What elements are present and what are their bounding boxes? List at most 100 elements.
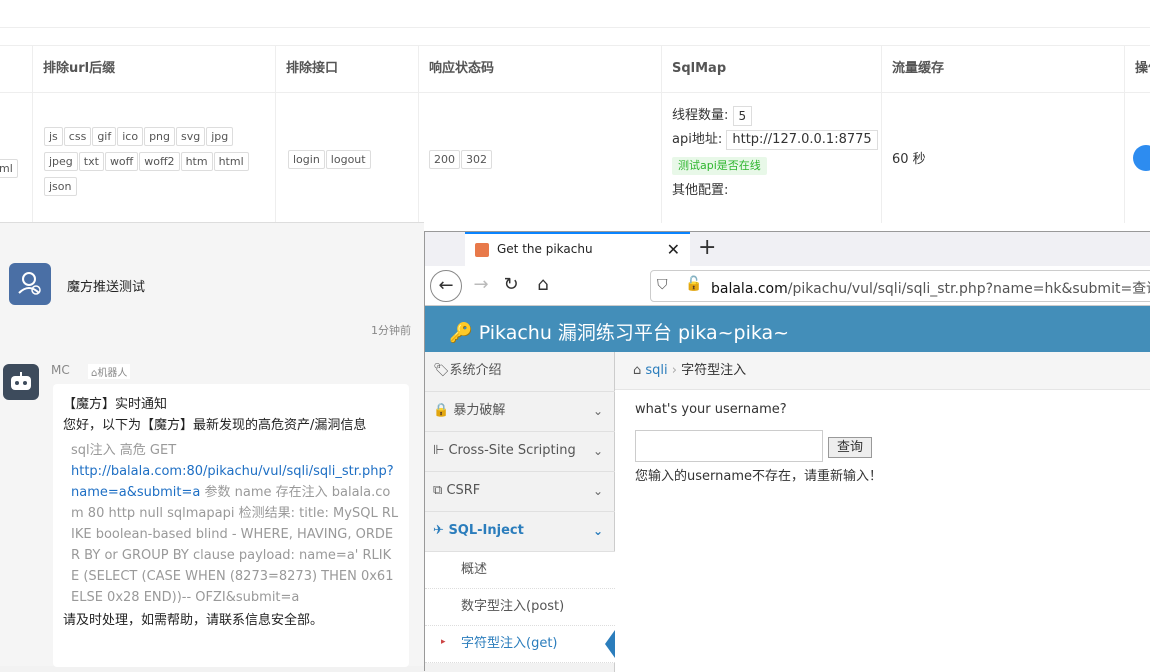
query-button[interactable]: 查询: [828, 437, 872, 458]
chat-panel: 魔方推送测试 1分钟前 MC ⌂机器人 【魔方】实时通知 您好，以下为【魔方】最…: [0, 222, 424, 667]
sidebar-sub-string[interactable]: 字符型注入(get): [425, 626, 615, 663]
sidebar-item-intro[interactable]: 🏷系统介绍: [425, 352, 615, 392]
url-path: /pikachu/vul/sqli/sqli_str.php?name=hk&s…: [787, 281, 1150, 297]
robot-badge: ⌂机器人: [88, 364, 131, 379]
quote-rest: 参数 name 存在注入 balala.com 80 http null sql…: [71, 485, 399, 605]
chevron-down-icon: ⌄: [592, 484, 603, 498]
favicon-icon: [475, 243, 489, 257]
active-marker: [605, 630, 615, 658]
tag: json: [44, 177, 77, 196]
forward-icon[interactable]: →: [465, 270, 497, 302]
tag: 200: [429, 150, 460, 169]
sidebar-sub-numeric[interactable]: 数字型注入(post): [425, 589, 615, 626]
shield-icon[interactable]: ⛉: [657, 277, 668, 293]
chevron-down-icon: ⌄: [592, 404, 603, 418]
robot-label: 机器人: [97, 368, 128, 379]
tab-title: Get the pikachu: [497, 242, 593, 256]
col-sqlmap: SqlMap: [661, 46, 881, 93]
sidebar-label: 系统介绍: [449, 363, 502, 378]
url-host: balala.com: [711, 281, 788, 297]
threads-row: 线程数量: 5: [672, 104, 881, 128]
chat-title[interactable]: 魔方推送测试: [67, 276, 145, 295]
sidebar-item-sqli[interactable]: ✈ SQL-Inject ⌄: [425, 512, 615, 552]
browser-window: Get the pikachu ✕ + ← → ↻ ⌂ ⛉ 🔓 balala.c…: [424, 231, 1150, 672]
url-text: balala.com/pikachu/vul/sqli/sqli_str.php…: [711, 278, 1150, 298]
tag: js: [44, 127, 63, 146]
test-row: 测试api是否在线: [672, 154, 881, 175]
tag: jpg: [206, 127, 234, 146]
sidebar-item-csrf[interactable]: ⧉ CSRF ⌄: [425, 472, 615, 512]
breadcrumb-section[interactable]: sqli: [645, 363, 667, 378]
cell-sqlmap: 线程数量: 5 api地址: http://127.0.0.1:8775 测试a…: [661, 93, 881, 223]
tag: css: [63, 127, 92, 146]
quote-prefix: sql注入 高危 GET: [71, 443, 177, 458]
browser-tab[interactable]: Get the pikachu ✕: [465, 232, 690, 266]
tag: 302: [461, 150, 492, 169]
username-input[interactable]: [635, 430, 823, 462]
sidebar-label: SQL-Inject: [448, 523, 524, 538]
test-api-button[interactable]: 测试api是否在线: [672, 157, 767, 175]
site-title: 🔑 Pikachu 漏洞练习平台 pika~pika~: [449, 318, 789, 345]
home-icon[interactable]: ⌂: [633, 363, 641, 378]
message-footer: 请及时处理，如需帮助，请联系信息安全部。: [63, 613, 324, 628]
api-input[interactable]: http://127.0.0.1:8775: [726, 129, 878, 150]
col-exclude-api: 排除接口: [275, 46, 418, 93]
api-label: api地址:: [672, 132, 723, 147]
tag: jpeg: [44, 152, 78, 171]
insecure-lock-icon[interactable]: 🔓: [685, 276, 702, 292]
suffix-tags: js css gif ico png svg jpg jpeg txt woff woff2 htm h…: [44, 125, 254, 200]
tag: txt: [78, 152, 104, 171]
message-bubble: 【魔方】实时通知 您好，以下为【魔方】最新发现的高危资产/漏洞信息 sql注入 …: [53, 384, 409, 667]
col-url-suffix: 排除url后缀: [32, 46, 275, 93]
back-icon[interactable]: ←: [430, 270, 462, 302]
cell-status: 200 302: [418, 93, 661, 223]
home-icon[interactable]: ⌂: [527, 270, 559, 302]
cell-cache: 60 秒: [881, 93, 1124, 223]
tag: ico: [117, 127, 144, 146]
sidebar-sub-overview[interactable]: 概述: [425, 552, 615, 589]
tree-icon: ⊩: [433, 443, 445, 458]
tag: gif: [92, 127, 117, 146]
message-time: 1分钟前: [371, 324, 411, 337]
group-avatar: [9, 263, 51, 305]
cell-left: ml: [0, 93, 32, 223]
tag: woff: [104, 152, 139, 171]
threads-label: 线程数量:: [672, 108, 729, 123]
message-line-1: 【魔方】实时通知: [63, 397, 168, 412]
sidebar-item-bruteforce[interactable]: 🔒 暴力破解 ⌄: [425, 392, 615, 432]
chevron-down-icon: ⌄: [592, 524, 603, 538]
col-status-code: 响应状态码: [418, 46, 661, 93]
tab-bar: Get the pikachu ✕ +: [425, 232, 1150, 266]
tag: svg: [176, 127, 206, 146]
breadcrumb: ⌂ sqli › 字符型注入: [615, 352, 1150, 390]
sidebar-label: 暴力破解: [453, 403, 506, 418]
tag: login: [288, 150, 325, 169]
chevron-down-icon: ⌄: [592, 444, 603, 458]
tag: ml: [0, 159, 18, 178]
robot-icon: [11, 372, 31, 390]
breadcrumb-separator: ›: [671, 363, 677, 378]
nav-bar: ← → ↻ ⌂ ⛉ 🔓 balala.com/pikachu/vul/sqli/…: [425, 266, 1150, 306]
col-actions: 操作: [1124, 46, 1150, 93]
col-cache: 流量缓存: [881, 46, 1124, 93]
key-icon: 🔑: [449, 322, 473, 344]
username-question: what's your username?: [635, 402, 787, 417]
top-strip: [0, 0, 1150, 28]
api-row: api地址: http://127.0.0.1:8775: [672, 128, 881, 152]
status-tags: 200 302: [429, 148, 661, 173]
new-tab-icon[interactable]: +: [698, 235, 716, 260]
api-tags: login logout: [288, 148, 418, 173]
sidebar-label: Cross-Site Scripting: [448, 443, 576, 458]
threads-input[interactable]: 5: [732, 105, 753, 126]
url-bar[interactable]: ⛉ 🔓 balala.com/pikachu/vul/sqli/sqli_str…: [650, 270, 1150, 302]
reload-icon[interactable]: ↻: [495, 270, 527, 302]
share-icon: ⧉: [433, 483, 443, 498]
tag: woff2: [139, 152, 180, 171]
sidebar-label: CSRF: [446, 483, 481, 498]
tag: htm: [180, 152, 213, 171]
close-icon[interactable]: ✕: [667, 240, 680, 259]
sidebar-item-xss[interactable]: ⊩ Cross-Site Scripting ⌄: [425, 432, 615, 472]
user-icon: [18, 272, 41, 295]
bot-avatar: [3, 364, 39, 400]
cell-exclude-api: login logout: [275, 93, 418, 223]
